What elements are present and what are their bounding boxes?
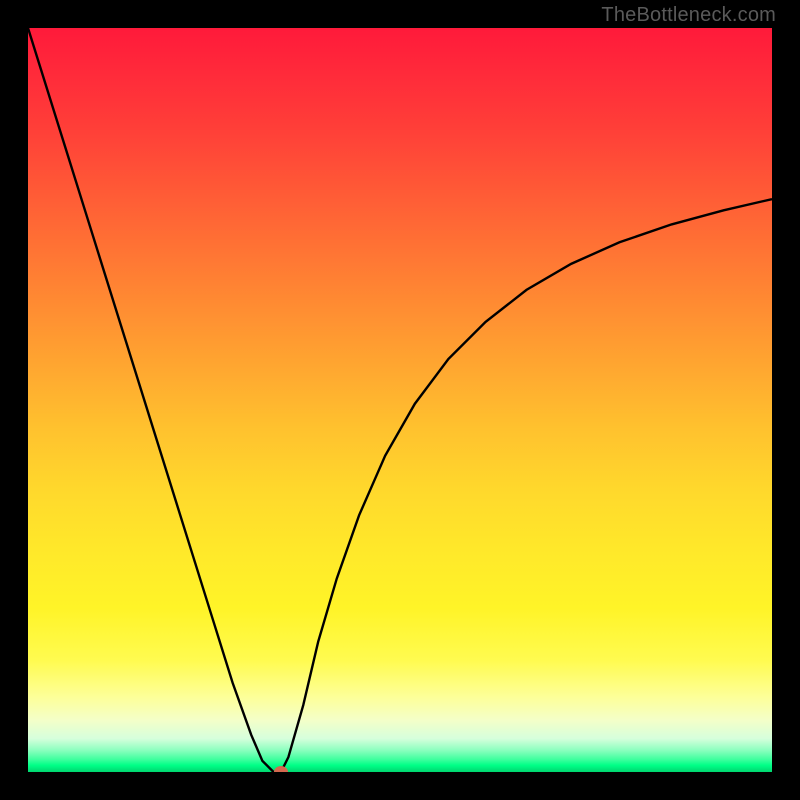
bottleneck-curve (28, 28, 772, 772)
chart-frame: TheBottleneck.com (0, 0, 800, 800)
attribution-text: TheBottleneck.com (601, 4, 776, 27)
plot-area (28, 28, 772, 772)
optimal-point-marker (274, 766, 288, 772)
